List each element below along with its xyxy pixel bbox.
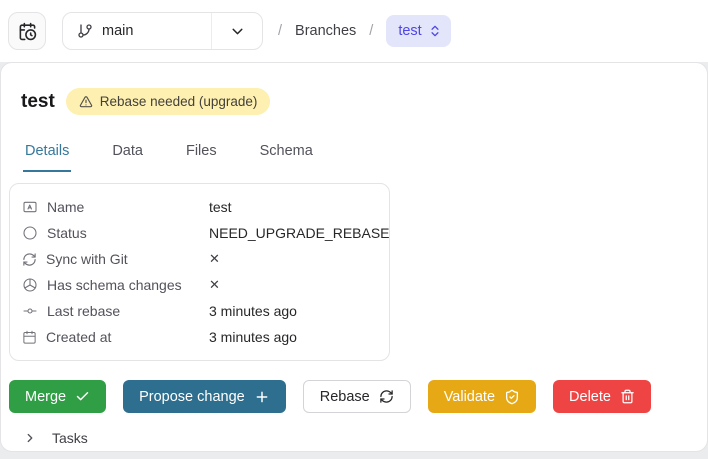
status-circle-icon xyxy=(22,225,38,241)
chevron-right-icon xyxy=(23,431,37,445)
shield-check-icon xyxy=(504,389,520,405)
tasks-collapsible[interactable]: Tasks xyxy=(23,430,707,446)
detail-row-sync: Sync with Git ✕ xyxy=(10,246,389,272)
check-icon xyxy=(75,389,90,404)
breadcrumb-separator: / xyxy=(369,23,374,39)
detail-row-status: Status NEED_UPGRADE_REBASE xyxy=(10,220,390,246)
name-badge-icon xyxy=(22,199,38,215)
branch-selector-caret[interactable] xyxy=(211,13,262,49)
action-buttons: Merge Propose change Rebase Validate Del… xyxy=(9,380,699,413)
propose-change-button[interactable]: Propose change xyxy=(123,380,286,413)
schema-sphere-icon xyxy=(22,277,38,293)
calendar-clock-icon xyxy=(18,22,37,41)
detail-row-last-rebase: Last rebase 3 minutes ago xyxy=(10,298,389,324)
breadcrumb-branch-select[interactable]: test xyxy=(386,15,451,47)
trash-icon xyxy=(620,389,635,404)
git-branch-icon xyxy=(77,23,93,39)
branch-details-card: Name test Status NEED_UPGRADE_REBASE Syn… xyxy=(9,183,390,361)
detail-label: Sync with Git xyxy=(46,251,128,267)
detail-value: ✕ xyxy=(209,277,220,292)
detail-label: Created at xyxy=(46,329,112,345)
merge-button[interactable]: Merge xyxy=(9,380,107,413)
detail-label: Name xyxy=(47,199,85,215)
rebase-warning-text: Rebase needed (upgrade) xyxy=(99,94,258,109)
tasks-label: Tasks xyxy=(52,430,88,446)
tab-data[interactable]: Data xyxy=(110,135,145,172)
tab-files[interactable]: Files xyxy=(184,135,219,172)
detail-label: Last rebase xyxy=(47,303,121,319)
detail-value: NEED_UPGRADE_REBASE xyxy=(209,225,390,241)
detail-row-created-at: Created at 3 minutes ago xyxy=(10,324,389,350)
breadcrumb-section[interactable]: Branches xyxy=(295,23,356,39)
sync-icon xyxy=(22,252,37,267)
detail-row-schema-changes: Has schema changes ✕ xyxy=(10,272,389,298)
breadcrumb-separator: / xyxy=(278,23,283,39)
detail-value: ✕ xyxy=(209,251,220,266)
delete-button[interactable]: Delete xyxy=(553,380,651,413)
validate-button[interactable]: Validate xyxy=(427,380,537,413)
alert-triangle-icon xyxy=(79,95,93,109)
calendar-icon xyxy=(22,330,37,345)
branch-detail-panel: test Rebase needed (upgrade) Details Dat… xyxy=(0,62,708,452)
validate-button-label: Validate xyxy=(443,388,496,405)
detail-row-name: Name test xyxy=(10,194,389,220)
detail-label: Has schema changes xyxy=(47,277,182,293)
delete-button-label: Delete xyxy=(569,388,611,405)
detail-value: test xyxy=(209,199,232,215)
title-row: test Rebase needed (upgrade) xyxy=(21,88,707,115)
tab-bar: Details Data Files Schema xyxy=(1,135,707,172)
breadcrumb: / Branches / test xyxy=(278,15,451,47)
rebase-warning-badge: Rebase needed (upgrade) xyxy=(65,88,271,115)
detail-label: Status xyxy=(47,225,87,241)
merge-button-label: Merge xyxy=(25,388,67,405)
chevron-down-icon xyxy=(229,23,246,40)
tab-details[interactable]: Details xyxy=(23,135,72,172)
plus-icon xyxy=(254,389,270,405)
detail-value: 3 minutes ago xyxy=(209,303,297,319)
tab-schema[interactable]: Schema xyxy=(258,135,315,172)
breadcrumb-branch-label: test xyxy=(398,23,422,39)
propose-change-label: Propose change xyxy=(139,388,245,405)
detail-value: 3 minutes ago xyxy=(209,329,297,345)
rebase-button[interactable]: Rebase xyxy=(302,380,411,413)
top-bar: main / Branches / test xyxy=(0,0,708,62)
chevrons-up-down-icon xyxy=(428,24,442,38)
rebase-button-label: Rebase xyxy=(319,388,370,405)
refresh-icon xyxy=(379,389,394,404)
page-title: test xyxy=(21,90,55,112)
branch-selector-value: main xyxy=(102,23,134,39)
history-button[interactable] xyxy=(8,12,46,50)
branch-selector[interactable]: main xyxy=(62,12,263,50)
commit-icon xyxy=(22,303,38,319)
